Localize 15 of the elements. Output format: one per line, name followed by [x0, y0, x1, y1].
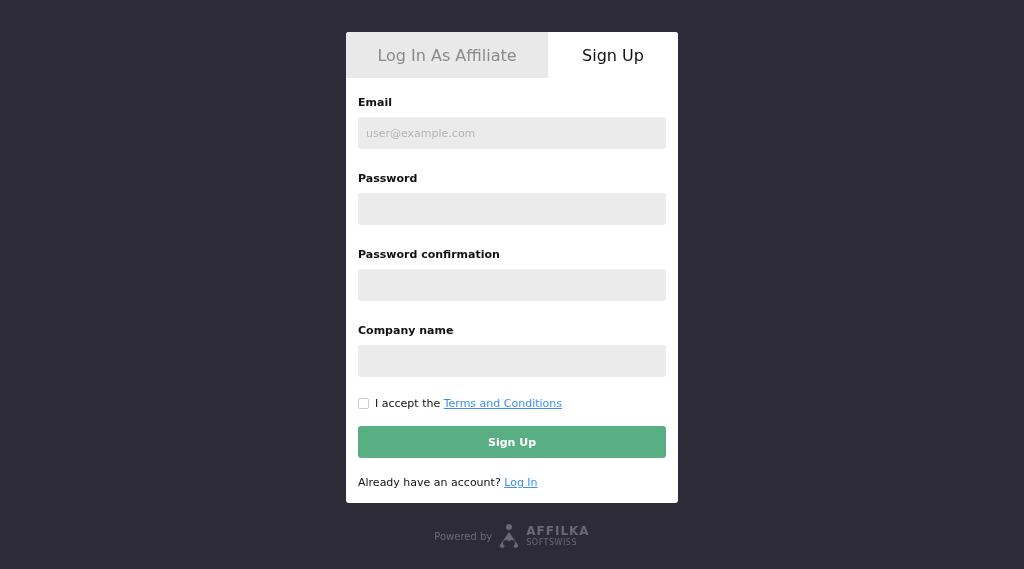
- login-link[interactable]: Log In: [504, 476, 538, 489]
- brand-subtitle: SOFTSWISS: [526, 539, 578, 547]
- logo-icon: [498, 523, 521, 549]
- field-label: Email: [358, 96, 393, 109]
- sign-up-button[interactable]: Sign Up: [358, 426, 666, 458]
- terms-text: I accept the Terms and Conditions: [375, 397, 562, 410]
- tab[interactable]: Log In As Affiliate: [346, 32, 548, 78]
- brand-name: AFFILKA: [526, 525, 590, 537]
- login-prompt: Already have an account? Log In: [358, 476, 538, 489]
- field-label: Password: [358, 172, 419, 185]
- checkbox[interactable]: [358, 398, 369, 409]
- powered-by-text: Powered by: [434, 530, 493, 542]
- terms-link[interactable]: Terms and Conditions: [443, 397, 562, 410]
- field-label: Password confirmation: [358, 248, 501, 261]
- field-label: Company name: [358, 324, 455, 337]
